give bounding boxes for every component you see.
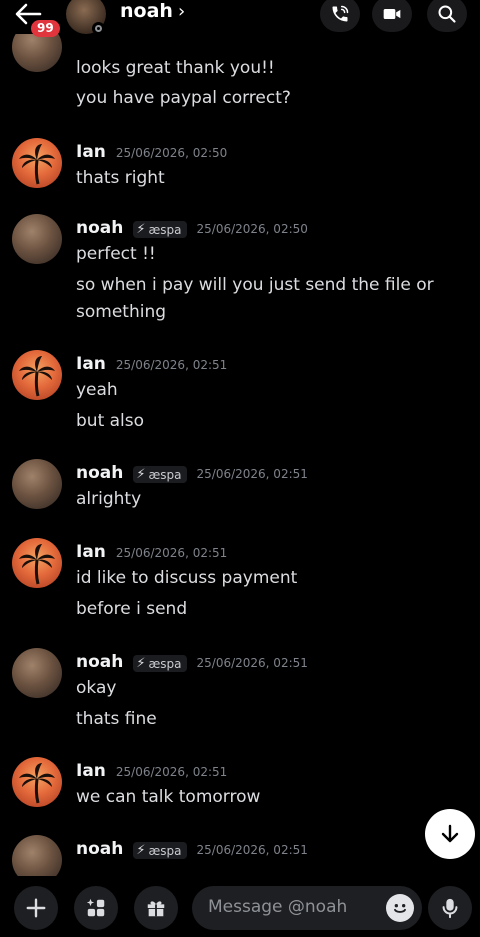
avatar[interactable] — [12, 538, 62, 588]
message-header: noah ⚡ æspa 25/06/2026, 02:51 — [76, 839, 308, 859]
gift-button[interactable] — [134, 886, 178, 930]
timestamp: 25/06/2026, 02:51 — [115, 546, 228, 560]
message-text: something — [76, 302, 167, 322]
message-header: Ian 25/06/2026, 02:51 — [76, 761, 227, 781]
guild-tag-label: æspa — [148, 222, 182, 237]
attach-button[interactable] — [14, 886, 58, 930]
arrow-down-icon — [441, 824, 459, 843]
lightning-icon: ⚡ — [136, 222, 146, 237]
message-text: looks great thank you!! — [76, 58, 275, 78]
lightning-icon: ⚡ — [136, 843, 146, 858]
emoji-button[interactable] — [386, 894, 414, 922]
message-text: you have paypal correct? — [76, 88, 291, 108]
author-name[interactable]: Ian — [76, 761, 106, 781]
palm-tree-icon — [19, 763, 55, 804]
message-header: Ian 25/06/2026, 02:51 — [76, 542, 227, 562]
microphone-icon — [442, 898, 458, 919]
palm-tree-icon — [19, 144, 55, 185]
timestamp: 25/06/2026, 02:50 — [196, 222, 308, 236]
message-text: alrighty — [76, 489, 142, 509]
timestamp: 25/06/2026, 02:50 — [115, 146, 228, 160]
message-text: but also — [76, 411, 145, 431]
video-camera-icon — [383, 9, 401, 19]
guild-tag-label: æspa — [148, 467, 182, 482]
chevron-right-icon[interactable]: › — [178, 1, 185, 22]
unread-badge: 99 — [31, 20, 60, 37]
message-input[interactable]: Message @noah — [192, 886, 422, 930]
search-button[interactable] — [427, 0, 467, 32]
plus-icon — [26, 898, 46, 918]
message-text: thats fine — [76, 709, 157, 729]
message-text: we can talk tomorrow — [76, 787, 261, 807]
message-text: okay — [76, 678, 117, 698]
message-input-placeholder: Message @noah — [208, 897, 348, 917]
guild-tag-label: æspa — [148, 656, 182, 671]
lightning-icon: ⚡ — [136, 656, 146, 671]
author-name[interactable]: Ian — [76, 542, 106, 562]
author-name[interactable]: Ian — [76, 142, 106, 162]
timestamp: 25/06/2026, 02:51 — [196, 656, 308, 670]
guild-tag[interactable]: ⚡ æspa — [133, 466, 187, 483]
palm-tree-icon — [19, 356, 55, 397]
message-header: noah ⚡ æspa 25/06/2026, 02:51 — [76, 463, 308, 483]
voice-call-button[interactable] — [320, 0, 360, 32]
message-text: yeah — [76, 380, 118, 400]
video-call-button[interactable] — [372, 0, 412, 32]
message-text: id like to discuss payment — [76, 568, 298, 588]
apps-icon — [86, 898, 105, 917]
author-name[interactable]: noah — [76, 463, 123, 483]
message-text: perfect !! — [76, 244, 156, 264]
message-list[interactable]: looks great thank you!! you have paypal … — [0, 34, 480, 876]
search-icon — [438, 5, 456, 23]
message-header: noah ⚡ æspa 25/06/2026, 02:51 — [76, 652, 308, 672]
voice-message-button[interactable] — [428, 886, 472, 930]
message-header: noah ⚡ æspa 25/06/2026, 02:50 — [76, 218, 308, 238]
chat-header: 99 noah › — [0, 0, 480, 37]
guild-tag[interactable]: ⚡ æspa — [133, 221, 187, 238]
avatar[interactable] — [12, 350, 62, 400]
guild-tag[interactable]: ⚡ æspa — [133, 655, 187, 672]
avatar[interactable] — [12, 138, 62, 188]
emoji-icon — [394, 904, 406, 913]
message-header: Ian 25/06/2026, 02:51 — [76, 354, 227, 374]
message-composer: Message @noah — [0, 876, 480, 937]
message-text: thats right — [76, 168, 165, 188]
jump-to-present-button[interactable] — [425, 809, 475, 859]
avatar[interactable] — [12, 648, 62, 698]
avatar[interactable] — [12, 835, 62, 876]
guild-tag[interactable]: ⚡ æspa — [133, 842, 187, 859]
channel-name[interactable]: noah — [120, 0, 173, 22]
timestamp: 25/06/2026, 02:51 — [115, 765, 228, 779]
author-name[interactable]: noah — [76, 218, 123, 238]
timestamp: 25/06/2026, 02:51 — [196, 843, 308, 857]
timestamp: 25/06/2026, 02:51 — [115, 358, 228, 372]
message-text: so when i pay will you just send the fil… — [76, 275, 434, 295]
message-header: Ian 25/06/2026, 02:50 — [76, 142, 227, 162]
lightning-icon: ⚡ — [136, 467, 146, 482]
avatar[interactable] — [12, 757, 62, 807]
palm-tree-icon — [19, 544, 55, 585]
timestamp: 25/06/2026, 02:51 — [196, 467, 308, 481]
avatar[interactable] — [12, 214, 62, 264]
author-name[interactable]: Ian — [76, 354, 106, 374]
gift-icon — [147, 901, 165, 917]
author-name[interactable]: noah — [76, 652, 123, 672]
status-indicator — [92, 22, 105, 35]
apps-button[interactable] — [74, 886, 118, 930]
author-name[interactable]: noah — [76, 839, 123, 859]
guild-tag-label: æspa — [148, 843, 182, 858]
message-text: before i send — [76, 599, 188, 619]
avatar[interactable] — [12, 459, 62, 509]
phone-call-icon — [332, 5, 349, 22]
avatar[interactable] — [12, 34, 62, 72]
